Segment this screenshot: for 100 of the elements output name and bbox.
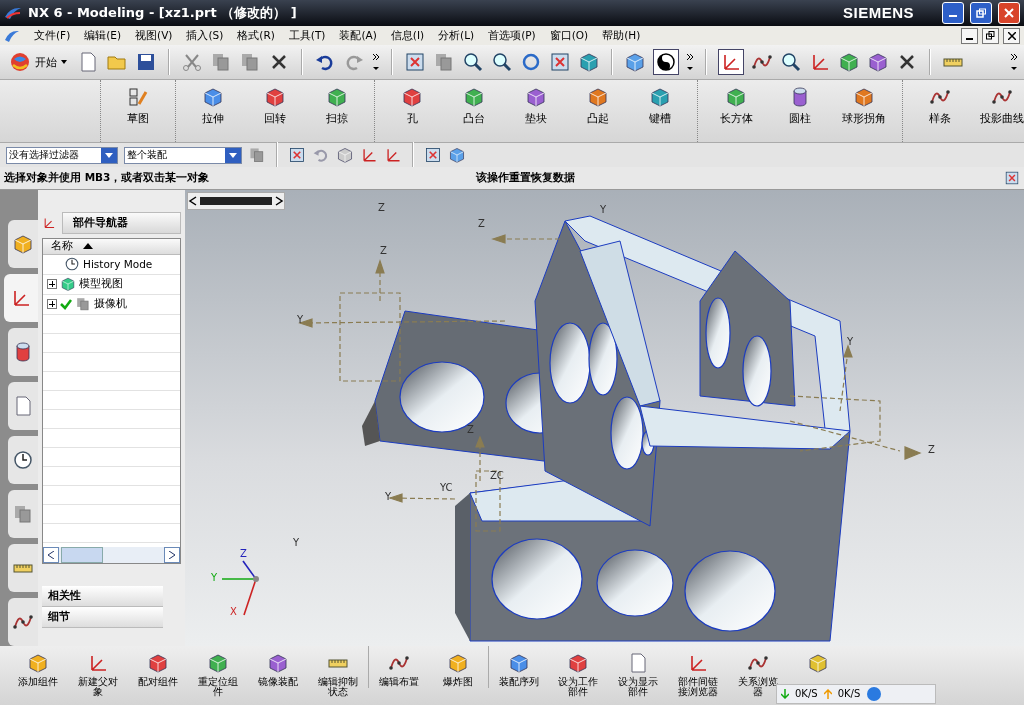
expand-icon[interactable] [47, 299, 57, 310]
copy-icon[interactable] [248, 146, 266, 165]
fit-view-icon[interactable] [549, 51, 571, 74]
zoom-icon[interactable] [780, 51, 802, 74]
assembly-button[interactable]: 重定位组件 [188, 645, 248, 699]
navigator-tab[interactable] [4, 273, 38, 322]
zoom-icon[interactable] [462, 51, 484, 74]
cube-icon[interactable] [60, 276, 76, 293]
scope-dropdown[interactable]: 整个装配 [124, 146, 242, 164]
view-scrollbar[interactable] [187, 191, 285, 210]
feature-button[interactable]: 凸台 [443, 79, 505, 127]
cube-icon[interactable] [867, 51, 889, 74]
minimize-icon [966, 37, 973, 40]
assembly-button[interactable]: 设为工作部件 [548, 645, 608, 699]
menu-item[interactable]: 分析(L) [432, 27, 481, 44]
upload-icon [823, 688, 832, 699]
assembly-button[interactable]: 编辑布置 [368, 645, 428, 689]
feature-button[interactable]: 长方体 [704, 79, 768, 127]
feature-button[interactable]: 投影曲线 [971, 79, 1024, 127]
feature-button[interactable]: 扫掠 [306, 79, 368, 127]
app-icon[interactable] [4, 28, 20, 43]
menu-item[interactable]: 文件(F) [28, 27, 77, 44]
feature-button[interactable]: 草图 [107, 79, 169, 127]
shading-icon[interactable] [655, 51, 677, 74]
navigator-tab[interactable] [8, 435, 38, 484]
assembly-button[interactable]: 配对组件 [128, 645, 188, 689]
axis-label: Z [928, 443, 935, 455]
minimize-button[interactable] [961, 27, 978, 44]
assembly-button[interactable]: 添加组件 [8, 645, 68, 689]
fit-view-icon[interactable] [288, 146, 306, 165]
clock-icon [64, 256, 80, 273]
feature-button[interactable]: 圆柱 [768, 79, 832, 127]
menu-item[interactable]: 窗口(O) [543, 27, 595, 44]
fit-view-icon[interactable] [404, 51, 426, 74]
axis-label: Y [293, 536, 300, 548]
axis-label: Z [380, 244, 387, 256]
feature-button[interactable]: 凸起 [567, 79, 629, 127]
copy-icon[interactable] [239, 51, 261, 74]
cube-icon[interactable] [624, 51, 646, 74]
copy-icon[interactable] [75, 296, 91, 313]
close-icon [1007, 31, 1016, 40]
cube-icon[interactable] [838, 51, 860, 74]
restore-button[interactable] [982, 27, 999, 44]
feature-button[interactable]: 键槽 [629, 79, 691, 127]
menu-item[interactable]: 帮助(H) [596, 27, 647, 44]
menu-item[interactable]: 编辑(E) [78, 27, 128, 44]
assembly-button[interactable]: 编辑抑制状态 [308, 645, 368, 699]
menu-item[interactable]: 信息(I) [384, 27, 431, 44]
feature-button[interactable]: 样条 [909, 79, 971, 127]
feature-button[interactable]: 拉伸 [182, 79, 244, 127]
close-button[interactable] [1003, 27, 1020, 44]
fit-view-icon[interactable] [424, 146, 442, 165]
triad-label: Z [240, 547, 247, 559]
column-header[interactable]: 名称 [51, 239, 73, 254]
axis-label: Y [297, 313, 304, 325]
caret-icon [105, 152, 113, 158]
assembly-button[interactable]: 装配序列 [488, 645, 548, 689]
copy-icon[interactable] [210, 51, 232, 74]
menu-item[interactable]: 首选项(P) [482, 27, 542, 44]
start-button[interactable]: 开始 [6, 49, 70, 76]
navigator-tab[interactable] [8, 327, 38, 376]
part-model-drawing[interactable] [362, 215, 851, 642]
panel-title: 部件导航器 [62, 211, 181, 234]
assembly-button[interactable]: 镜像装配 [248, 645, 308, 689]
assembly-button[interactable]: 设为显示部件 [608, 645, 668, 699]
sort-icon[interactable] [83, 243, 93, 250]
navigator-tab[interactable] [8, 219, 38, 268]
copy-icon[interactable] [433, 51, 455, 74]
cube-icon[interactable] [578, 51, 600, 74]
feature-button[interactable]: 回转 [244, 79, 306, 127]
close-icon [1004, 7, 1014, 18]
fit-view-icon[interactable] [1004, 169, 1020, 186]
assembly-button[interactable]: 爆炸图 [428, 645, 488, 689]
tree-item[interactable]: 摄像机 [94, 297, 127, 312]
cube-icon[interactable] [336, 146, 354, 165]
panel-header[interactable]: 相关性 [42, 585, 163, 607]
browser-icon[interactable] [866, 685, 883, 702]
filter-dropdown[interactable]: 没有选择过滤器 [6, 146, 118, 164]
menu-item[interactable]: 插入(S) [180, 27, 230, 44]
expand-icon[interactable] [47, 279, 57, 290]
axis-label: Y [385, 490, 392, 502]
assembly-button[interactable]: 部件间链接浏览器 [668, 645, 728, 699]
tree-item[interactable]: History Mode [83, 258, 153, 271]
menu-item[interactable]: 格式(R) [231, 27, 281, 44]
caret-icon [61, 60, 67, 65]
tree-item[interactable]: 模型视图 [79, 277, 123, 292]
assembly-button[interactable]: 新建父对象 [68, 645, 128, 699]
navigator-tab[interactable] [8, 381, 38, 430]
brand-logo: SIEMENS [843, 4, 914, 22]
cube-icon[interactable] [448, 146, 466, 165]
zoom-icon[interactable] [491, 51, 513, 74]
menu-item[interactable]: 视图(V) [129, 27, 179, 44]
feature-button[interactable]: 球形拐角 [832, 79, 896, 127]
feature-button[interactable]: 垫块 [505, 79, 567, 127]
panel-header[interactable]: 细节 [42, 606, 163, 628]
feature-button[interactable]: 孔 [381, 79, 443, 127]
menu-item[interactable]: 工具(T) [282, 27, 332, 44]
menu-item[interactable]: 装配(A) [333, 27, 383, 44]
sketch-icon[interactable] [127, 85, 149, 108]
navigator-tab[interactable] [8, 597, 38, 646]
